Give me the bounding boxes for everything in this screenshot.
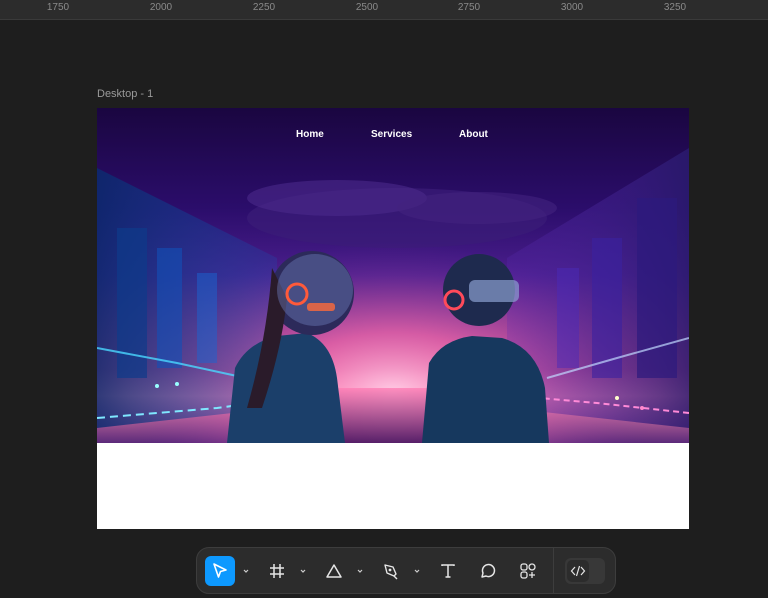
nav-link-about[interactable]: About: [459, 129, 488, 140]
comment-tool-button[interactable]: [473, 556, 503, 586]
ruler-label: 2500: [355, 2, 379, 13]
chevron-down-icon: [243, 569, 249, 573]
bottom-toolbar: [196, 547, 616, 594]
triangle-icon: [326, 564, 342, 578]
chevron-down-icon: [414, 569, 420, 573]
hero-illustration: [97, 108, 689, 443]
frame-tool-dropdown[interactable]: [298, 564, 308, 578]
frame-tool-button[interactable]: [262, 556, 292, 586]
move-tool-dropdown[interactable]: [241, 564, 251, 578]
pen-icon: [384, 564, 398, 580]
cursor-arrow-icon: [213, 563, 227, 578]
site-nav: Home Services About: [97, 129, 689, 143]
shapes-plus-icon: [520, 563, 536, 579]
dev-mode-toggle[interactable]: [565, 558, 605, 584]
text-tool-button[interactable]: [433, 556, 463, 586]
ruler-label: 3250: [663, 2, 687, 13]
chevron-down-icon: [300, 569, 306, 573]
dev-mode-knob: [567, 560, 589, 582]
text-t-icon: [441, 564, 455, 578]
actions-tool-button[interactable]: [513, 556, 543, 586]
hero-image[interactable]: Home Services About: [97, 108, 689, 443]
nav-link-home[interactable]: Home: [296, 129, 324, 140]
move-tool-button[interactable]: [205, 556, 235, 586]
frame-hash-icon: [270, 564, 284, 578]
ruler-label: 2750: [457, 2, 481, 13]
ruler-label: 2000: [149, 2, 173, 13]
shape-tool-button[interactable]: [319, 556, 349, 586]
frame-label[interactable]: Desktop - 1: [97, 88, 153, 100]
code-brackets-icon: [570, 565, 586, 577]
shape-tool-dropdown[interactable]: [355, 564, 365, 578]
ruler-label: 1750: [46, 2, 70, 13]
chevron-down-icon: [357, 569, 363, 573]
ruler-label: 2250: [252, 2, 276, 13]
desktop-frame[interactable]: Home Services About: [97, 108, 689, 529]
pen-tool-button[interactable]: [376, 556, 406, 586]
speech-bubble-icon: [481, 563, 496, 578]
horizontal-ruler: 1750 2000 2250 2500 2750 3000 3250: [0, 0, 768, 20]
nav-link-services[interactable]: Services: [371, 129, 412, 140]
pen-tool-dropdown[interactable]: [412, 564, 422, 578]
ruler-label: 3000: [560, 2, 584, 13]
toolbar-divider: [553, 548, 554, 593]
